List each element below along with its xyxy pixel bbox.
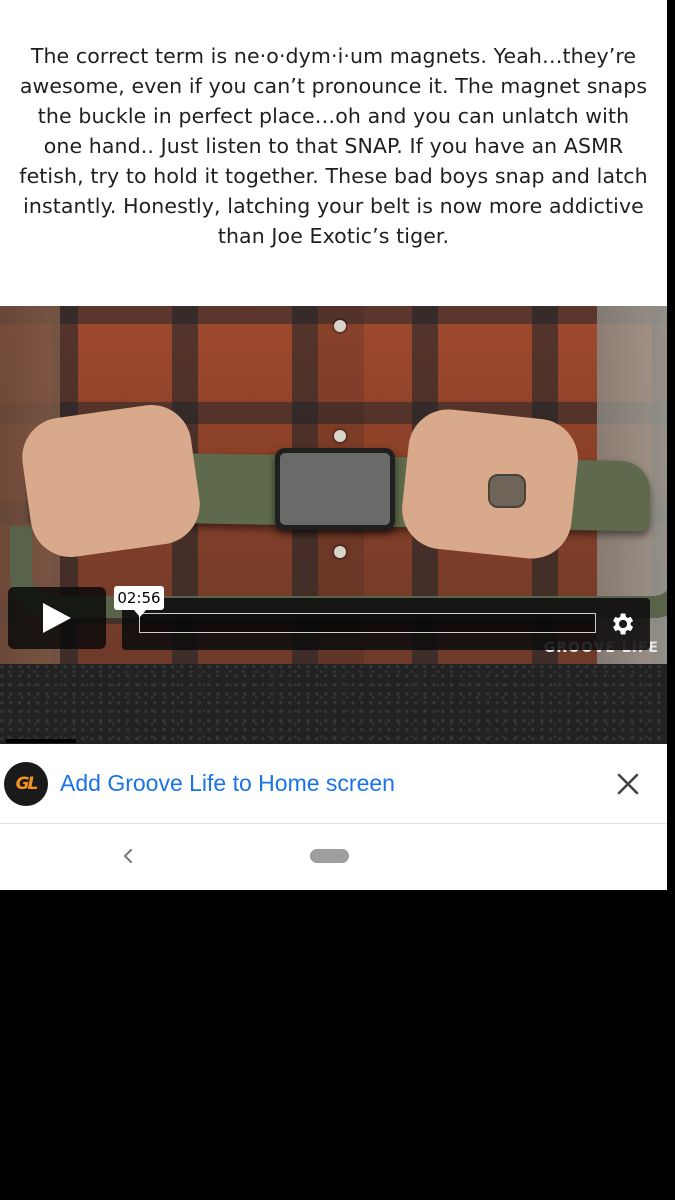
close-icon[interactable] <box>614 770 642 798</box>
play-icon <box>43 603 71 633</box>
video-controls <box>122 598 650 650</box>
left-hand <box>17 399 205 563</box>
chevron-left-icon[interactable] <box>118 842 138 870</box>
ring <box>488 474 526 508</box>
gear-icon[interactable] <box>608 610 636 638</box>
phone-screen: The correct term is ne·o·dym·i·um magnet… <box>0 0 667 890</box>
article-paragraph: The correct term is ne·o·dym·i·um magnet… <box>19 43 648 248</box>
time-tooltip: 02:56 <box>114 586 164 617</box>
shirt-button <box>334 320 346 332</box>
logo-text: GL <box>15 774 39 794</box>
play-button[interactable] <box>8 587 106 649</box>
page-section-dark <box>0 664 667 744</box>
add-to-home-label[interactable]: Add Groove Life to Home screen <box>60 770 395 797</box>
divider <box>6 739 76 743</box>
video-player[interactable]: GROOVE LIFE 02:56 <box>0 306 667 664</box>
add-to-home-banner[interactable]: GL Add Groove Life to Home screen <box>0 744 667 824</box>
belt-buckle <box>275 448 395 530</box>
system-navigation-bar <box>0 824 667 890</box>
groove-life-logo: GL <box>4 762 48 806</box>
video-progress-bar[interactable] <box>139 613 596 633</box>
shirt-button <box>334 430 346 442</box>
home-pill-icon[interactable] <box>310 849 349 863</box>
